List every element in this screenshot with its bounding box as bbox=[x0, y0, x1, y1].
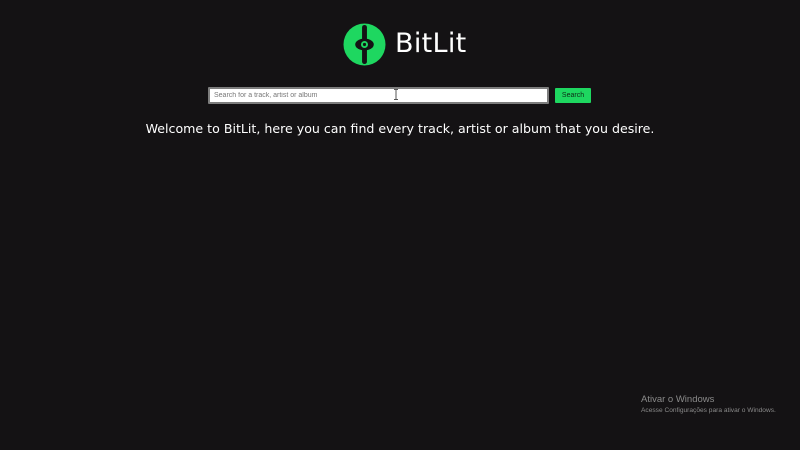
search-button[interactable]: Search bbox=[555, 88, 591, 103]
page: BitLit Search Welcome to BitLit, here yo… bbox=[0, 0, 800, 450]
windows-activation-watermark: Ativar o Windows Acesse Configurações pa… bbox=[641, 394, 776, 416]
text-cursor-icon bbox=[394, 89, 398, 100]
search-bar: Search bbox=[208, 87, 591, 104]
brand-name: BitLit bbox=[395, 28, 467, 59]
activation-subtitle: Acesse Configurações para ativar o Windo… bbox=[641, 407, 776, 414]
bitlit-logo-icon bbox=[343, 22, 386, 66]
search-input[interactable] bbox=[208, 87, 549, 104]
activation-title: Ativar o Windows bbox=[641, 394, 715, 405]
brand-header: BitLit bbox=[343, 22, 467, 66]
welcome-message: Welcome to BitLit, here you can find eve… bbox=[145, 121, 655, 136]
